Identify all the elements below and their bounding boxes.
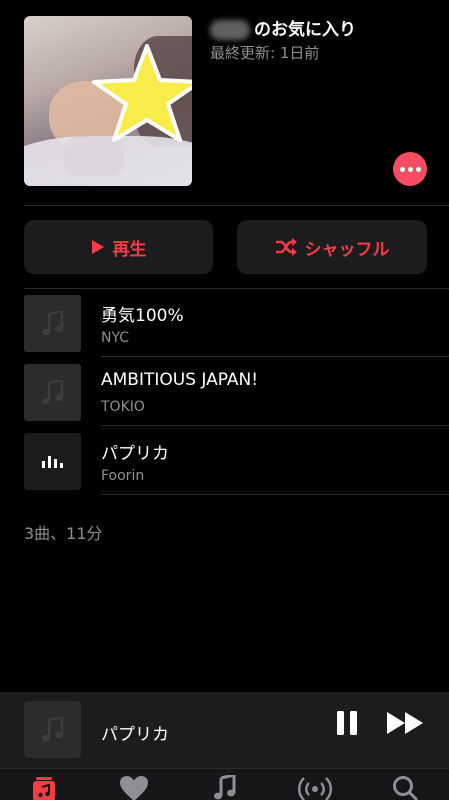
now-playing-title: パプリカ — [101, 725, 169, 745]
now-playing-artwork — [24, 701, 81, 758]
song-title: 勇気100% — [101, 306, 184, 326]
song-artist: Foorin — [101, 468, 145, 484]
playlist-artwork — [24, 16, 192, 186]
music-note-icon — [214, 775, 236, 800]
shuffle-button-label: シャッフル — [304, 239, 390, 260]
star-sticker-icon — [92, 44, 192, 142]
song-artist: NYC — [101, 330, 130, 346]
more-options-button[interactable] — [393, 152, 427, 186]
ellipsis-icon — [399, 166, 421, 172]
redacted-name — [210, 20, 250, 40]
music-note-icon — [41, 716, 63, 741]
playlist-header: のお気に入り 最終更新: 1日前 — [210, 18, 440, 64]
music-note-icon — [41, 310, 63, 335]
now-playing-bars-icon — [41, 455, 63, 468]
last-updated-label: 最終更新: 1日前 — [210, 44, 320, 62]
shuffle-icon — [275, 238, 297, 256]
song-row[interactable]: パプリカ Foorin — [0, 427, 449, 495]
play-button[interactable]: 再生 — [24, 220, 213, 274]
music-note-icon — [41, 379, 63, 404]
play-button-label: 再生 — [112, 239, 147, 260]
playlist-summary: 3曲、11分 — [24, 524, 103, 543]
tab-radio[interactable] — [298, 775, 332, 800]
song-artwork — [24, 433, 81, 490]
song-artist: TOKIO — [101, 399, 145, 415]
library-icon — [33, 777, 55, 800]
tab-search[interactable] — [388, 775, 422, 800]
playlist-title: のお気に入り — [210, 18, 440, 42]
song-row[interactable]: AMBITIOUS JAPAN! TOKIO — [0, 358, 449, 426]
tab-browse[interactable] — [208, 775, 242, 800]
search-icon — [393, 776, 418, 800]
song-row[interactable]: 勇気100% NYC — [0, 289, 449, 357]
playlist-screen: のお気に入り 最終更新: 1日前 再生 シャッフル 勇気100% NYC AMB… — [0, 0, 449, 800]
song-artwork — [24, 364, 81, 421]
song-artwork — [24, 295, 81, 352]
header-divider — [24, 205, 449, 206]
mini-player[interactable]: パプリカ — [0, 692, 449, 768]
tab-bar — [0, 768, 449, 800]
next-track-icon[interactable] — [386, 710, 426, 736]
radio-icon — [298, 777, 332, 800]
play-icon — [91, 240, 104, 254]
heart-icon — [120, 776, 148, 800]
song-title: パプリカ — [101, 444, 169, 464]
pause-icon[interactable] — [334, 710, 360, 736]
song-title: AMBITIOUS JAPAN! — [101, 370, 259, 390]
tab-for-you[interactable] — [117, 775, 151, 800]
tab-library[interactable] — [27, 775, 61, 800]
shuffle-button[interactable]: シャッフル — [237, 220, 427, 274]
